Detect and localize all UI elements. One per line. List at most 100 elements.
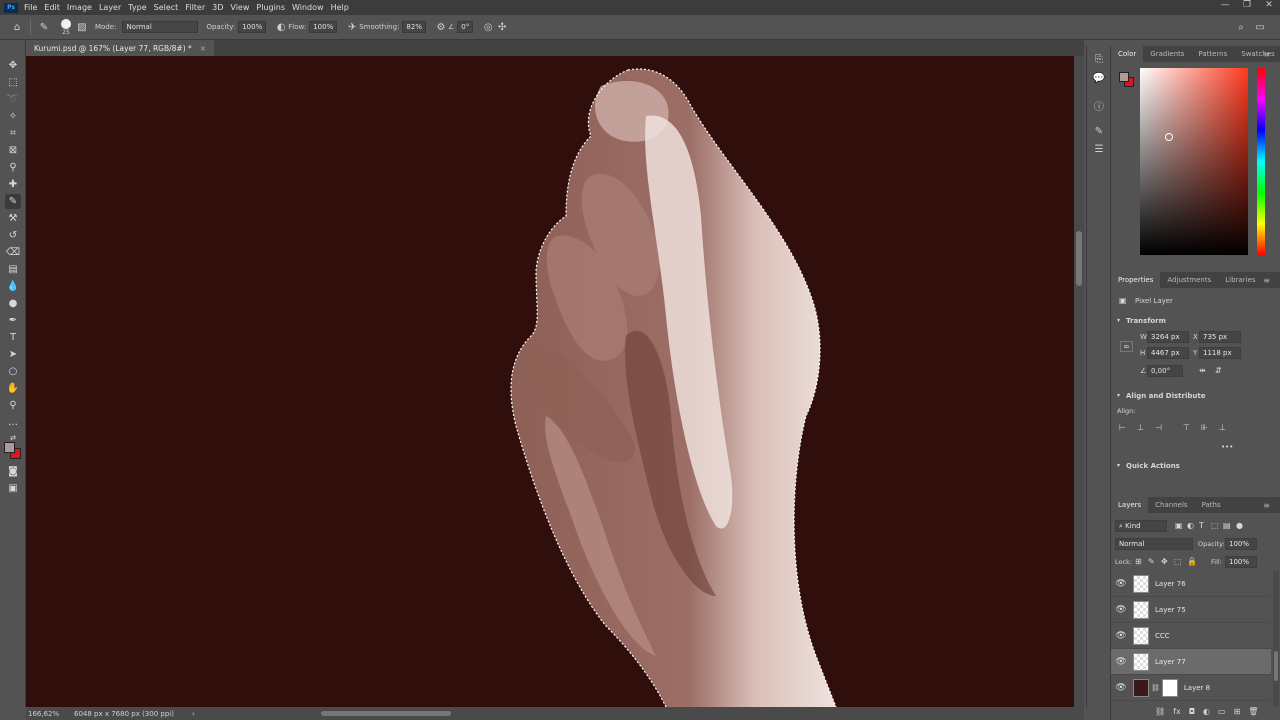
- align-chevron-icon[interactable]: ▾: [1117, 392, 1120, 399]
- visibility-eye-icon[interactable]: 👁: [1111, 579, 1131, 589]
- info-icon[interactable]: ⓘ: [1091, 98, 1107, 113]
- ellipse-tool-icon[interactable]: ○: [5, 364, 21, 379]
- mode-dropdown[interactable]: Normal: [122, 21, 199, 33]
- delete-layer-icon[interactable]: 🗑: [1248, 707, 1258, 716]
- history-icon[interactable]: ⎘: [1091, 52, 1107, 66]
- brush-settings-icon[interactable]: ▨: [75, 20, 89, 34]
- hand-tool-icon[interactable]: ✋: [5, 381, 21, 396]
- smoothing-settings-gear-icon[interactable]: ⚙: [434, 20, 448, 34]
- fx-icon[interactable]: fx: [1173, 707, 1181, 716]
- pressure-size-icon[interactable]: ◎: [481, 20, 495, 34]
- eraser-tool-icon[interactable]: ⌫: [5, 245, 21, 260]
- airbrush-icon[interactable]: ✈: [345, 20, 359, 34]
- lock-position-icon[interactable]: ✥: [1161, 557, 1168, 566]
- screen-mode-icon[interactable]: ▣: [5, 481, 21, 496]
- visibility-eye-icon[interactable]: 👁: [1111, 683, 1131, 693]
- opacity-field[interactable]: 100%: [238, 21, 267, 33]
- vertical-scrollbar[interactable]: [1074, 56, 1084, 707]
- link-dimensions-icon[interactable]: ∞: [1120, 341, 1133, 352]
- path-selection-tool-icon[interactable]: ➤: [5, 347, 21, 362]
- y-field[interactable]: 1118 px: [1199, 347, 1241, 359]
- layer-opacity-field[interactable]: 100%: [1225, 538, 1257, 550]
- layer-filter-kind[interactable]: ⌕ Kind: [1115, 520, 1167, 532]
- visibility-eye-icon[interactable]: 👁: [1111, 631, 1131, 641]
- layer-mask-thumbnail[interactable]: [1161, 678, 1178, 697]
- transform-chevron-icon[interactable]: ▾: [1117, 317, 1120, 324]
- adjustment-layer-icon[interactable]: ◐: [1203, 707, 1210, 716]
- tab-channels[interactable]: Channels: [1148, 497, 1194, 513]
- workspace-icon[interactable]: ▭: [1253, 20, 1267, 34]
- foreground-color-swatch[interactable]: [4, 442, 15, 453]
- visibility-eye-icon[interactable]: 👁: [1111, 605, 1131, 615]
- type-tool-icon[interactable]: T: [5, 330, 21, 345]
- x-field[interactable]: 735 px: [1199, 331, 1241, 343]
- mask-link-icon[interactable]: ⛓: [1151, 684, 1160, 692]
- brush-tool-icon[interactable]: ✎: [5, 194, 21, 209]
- zoom-tool-icon[interactable]: ⚲: [5, 398, 21, 413]
- crop-tool-icon[interactable]: ⌗: [5, 126, 21, 141]
- menu-view[interactable]: View: [230, 3, 249, 12]
- lock-all-icon[interactable]: 🔒: [1187, 557, 1197, 566]
- healing-brush-tool-icon[interactable]: ✚: [5, 177, 21, 192]
- color-panel-menu-icon[interactable]: ≡: [1256, 46, 1277, 62]
- rotation-field[interactable]: 0,00°: [1147, 365, 1183, 377]
- eyedropper-tool-icon[interactable]: ⚲: [5, 160, 21, 175]
- new-layer-icon[interactable]: ⊞: [1234, 707, 1241, 716]
- quick-actions-chevron-icon[interactable]: ▾: [1117, 462, 1120, 469]
- tab-color[interactable]: Color: [1111, 46, 1144, 62]
- color-field[interactable]: [1140, 68, 1248, 255]
- tab-layers[interactable]: Layers: [1111, 497, 1149, 513]
- brushes-icon[interactable]: ✎: [1091, 124, 1107, 138]
- document-tab[interactable]: Kurumi.psd @ 167% (Layer 77, RGB/8#) * ×: [26, 40, 215, 56]
- align-center-h-icon[interactable]: ⊥: [1137, 423, 1144, 432]
- add-mask-icon[interactable]: ◘: [1189, 707, 1195, 716]
- layer-row[interactable]: 👁 Layer 75: [1111, 597, 1271, 623]
- color-panel-foreground-swatch[interactable]: [1119, 72, 1129, 82]
- flow-field[interactable]: 100%: [309, 21, 338, 33]
- close-window-button[interactable]: ✕: [1258, 0, 1280, 10]
- lasso-tool-icon[interactable]: ➰: [5, 92, 21, 107]
- layers-panel-menu-icon[interactable]: ≡: [1256, 497, 1277, 513]
- smoothing-field[interactable]: 82%: [402, 21, 426, 33]
- filter-shape-icon[interactable]: ⬚: [1211, 521, 1219, 530]
- lock-transparent-icon[interactable]: ⊞: [1135, 557, 1142, 566]
- move-tool-icon[interactable]: ✥: [5, 58, 21, 73]
- menu-edit[interactable]: Edit: [44, 3, 60, 12]
- width-field[interactable]: 3264 px: [1147, 331, 1189, 343]
- menu-filter[interactable]: Filter: [185, 3, 205, 12]
- adjustments-icon[interactable]: ☰: [1091, 142, 1107, 156]
- align-top-icon[interactable]: ⊤: [1183, 423, 1190, 432]
- visibility-eye-icon[interactable]: 👁: [1111, 657, 1131, 667]
- blend-mode-dropdown[interactable]: Normal: [1115, 538, 1193, 550]
- menu-help[interactable]: Help: [331, 3, 349, 12]
- gradient-tool-icon[interactable]: ▤: [5, 262, 21, 277]
- tab-gradients[interactable]: Gradients: [1143, 46, 1191, 62]
- filter-adjustment-icon[interactable]: ◐: [1187, 521, 1194, 530]
- layer-row[interactable]: 👁 ⛓ Layer 8: [1111, 675, 1271, 701]
- menu-image[interactable]: Image: [67, 3, 92, 12]
- brush-angle-field[interactable]: 0°: [457, 21, 474, 33]
- layer-row[interactable]: 👁 Layer 76: [1111, 571, 1271, 597]
- menu-type[interactable]: Type: [128, 3, 146, 12]
- brush-tool-preset-icon[interactable]: ✎: [37, 20, 51, 34]
- lock-image-icon[interactable]: ✎: [1148, 557, 1155, 566]
- height-field[interactable]: 4467 px: [1147, 347, 1189, 359]
- link-layers-icon[interactable]: ⛓: [1155, 707, 1165, 716]
- layer-row-selected[interactable]: 👁 Layer 77: [1111, 649, 1271, 675]
- zoom-level[interactable]: 166,62%: [28, 710, 72, 718]
- fill-field[interactable]: 100%: [1225, 556, 1257, 568]
- flip-horizontal-icon[interactable]: ⇹: [1199, 366, 1206, 375]
- canvas[interactable]: [26, 56, 1074, 707]
- hue-slider[interactable]: [1257, 68, 1265, 255]
- tab-properties[interactable]: Properties: [1111, 272, 1161, 288]
- tab-paths[interactable]: Paths: [1195, 497, 1228, 513]
- align-right-icon[interactable]: ⊣: [1155, 423, 1162, 432]
- brush-size-picker[interactable]: 25: [61, 18, 71, 36]
- properties-panel-menu-icon[interactable]: ≡: [1256, 272, 1277, 288]
- layers-scrollbar[interactable]: [1273, 571, 1279, 707]
- magic-wand-tool-icon[interactable]: ✧: [5, 109, 21, 124]
- new-group-icon[interactable]: ▭: [1218, 707, 1226, 716]
- filter-toggle-icon[interactable]: ●: [1236, 521, 1243, 530]
- menu-select[interactable]: Select: [154, 3, 179, 12]
- tab-patterns[interactable]: Patterns: [1191, 46, 1234, 62]
